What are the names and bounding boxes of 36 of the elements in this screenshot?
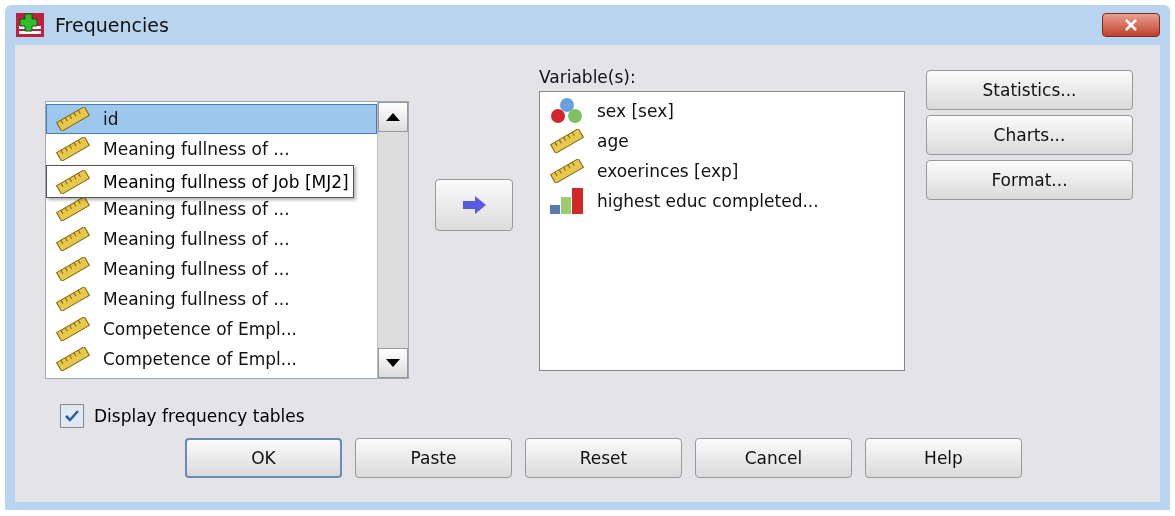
dialog-button[interactable]: OK (185, 438, 342, 478)
checkbox-option[interactable]: Display frequency tables (60, 404, 1160, 428)
dialog-button[interactable]: Help (865, 438, 1022, 478)
bar-chart-icon (549, 187, 585, 215)
list-item[interactable]: Meaning fullness of ... (46, 284, 377, 314)
option-button[interactable]: Format... (926, 160, 1133, 200)
tooltip: Meaning fullness of Job [MJ2] (46, 165, 354, 198)
close-icon (1124, 19, 1138, 31)
list-item[interactable]: id (46, 104, 377, 134)
list-item[interactable]: Meaning fullness of ... (46, 224, 377, 254)
list-item[interactable]: sex [sex] (540, 96, 904, 126)
up-arrow-icon (386, 113, 400, 121)
checkbox-label: Display frequency tables (94, 406, 305, 426)
window-title: Frequencies (55, 14, 169, 36)
option-button[interactable]: Statistics... (926, 70, 1133, 110)
right-arrow-icon (461, 195, 487, 215)
circles-icon (549, 97, 585, 125)
dialog-button[interactable]: Cancel (695, 438, 852, 478)
list-label: Variable(s): (539, 67, 637, 87)
list-item[interactable]: highest educ completed... (540, 186, 904, 216)
list-item[interactable]: exoerinces [exp] (540, 156, 904, 186)
list-item[interactable]: Meaning fullness of ... (46, 134, 377, 164)
move-button[interactable] (435, 179, 513, 231)
scrollbar[interactable] (377, 102, 408, 378)
down-arrow-icon (386, 359, 400, 367)
list-item[interactable]: Competence of Empl... (46, 314, 377, 344)
list-item[interactable]: Competence of Empl... (46, 344, 377, 374)
check-icon (65, 410, 79, 422)
option-button[interactable]: Charts... (926, 115, 1133, 155)
list-item[interactable]: age (540, 126, 904, 156)
close-button[interactable] (1102, 13, 1160, 37)
list-item[interactable]: Meaning fullness of ... (46, 254, 377, 284)
checkbox[interactable] (60, 404, 84, 428)
dialog-button[interactable]: Reset (525, 438, 682, 478)
table-plus-icon (15, 12, 45, 38)
dialog-button[interactable]: Paste (355, 438, 512, 478)
